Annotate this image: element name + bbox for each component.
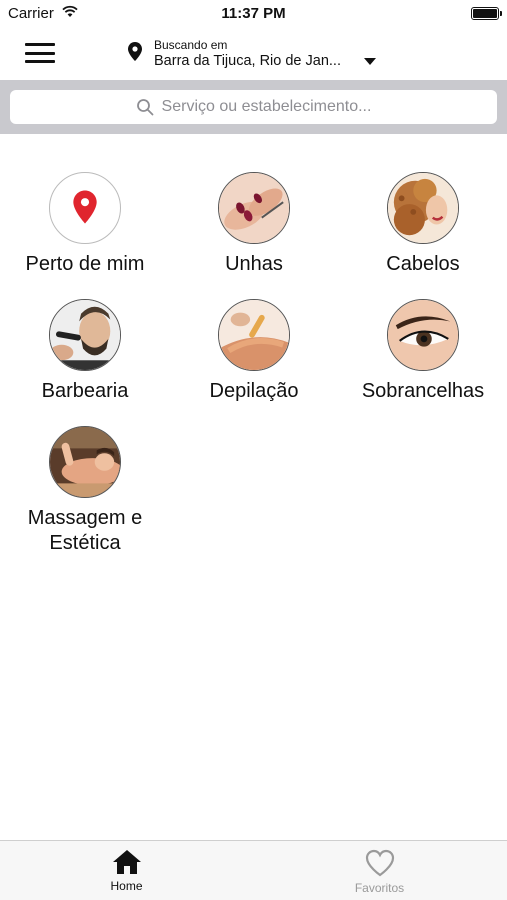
eyebrow-photo [387, 299, 459, 371]
location-caption: Buscando em [154, 38, 228, 52]
category-sobrancelhas[interactable]: Sobrancelhas [338, 299, 507, 404]
nails-photo [218, 172, 290, 244]
red-location-pin-icon [49, 172, 121, 244]
category-depilacao[interactable]: Depilação [169, 299, 339, 404]
category-label: Cabelos [386, 253, 460, 275]
home-icon [112, 850, 141, 874]
map-pin-icon [128, 42, 142, 66]
location-value: Barra da Tijuca, Rio de Jan... [154, 53, 341, 69]
curly-hair-photo [387, 172, 459, 244]
status-bar: Carrier 11:37 PM [0, 0, 507, 28]
tab-label: Home [110, 879, 143, 893]
status-time: 11:37 PM [221, 5, 286, 22]
tab-label: Favoritos [354, 881, 405, 895]
caret-down-icon[interactable] [364, 58, 376, 65]
category-perto-de-mim[interactable]: Perto de mim [0, 172, 170, 277]
tab-favoritos[interactable]: Favoritos [253, 841, 506, 900]
heart-icon [365, 849, 394, 877]
search-input[interactable]: Serviço ou estabelecimento... [10, 90, 497, 124]
category-unhas[interactable]: Unhas [169, 172, 339, 277]
bottom-tab-bar: Home Favoritos [0, 840, 507, 900]
massage-photo [49, 426, 121, 498]
category-label: Unhas [225, 253, 283, 275]
category-label: Massagem e Estética [27, 507, 143, 554]
category-label: Perto de mim [25, 253, 145, 275]
search-bar-container: Serviço ou estabelecimento... [0, 80, 507, 134]
battery-icon [471, 7, 502, 20]
category-barbearia[interactable]: Barbearia [0, 299, 170, 404]
hamburger-menu-icon[interactable] [25, 41, 55, 65]
location-selector[interactable]: Buscando em Barra da Tijuca, Rio de Jan.… [128, 36, 388, 72]
top-navigation: Buscando em Barra da Tijuca, Rio de Jan.… [0, 28, 507, 80]
category-label: Sobrancelhas [361, 380, 485, 402]
search-icon [136, 99, 153, 116]
barber-shave-photo [49, 299, 121, 371]
category-massagem-estetica[interactable]: Massagem e Estética [0, 426, 170, 556]
search-placeholder: Serviço ou estabelecimento... [161, 98, 372, 115]
category-label: Depilação [209, 380, 299, 402]
category-label: Barbearia [41, 380, 129, 402]
battery-fill [473, 9, 497, 18]
category-cabelos[interactable]: Cabelos [338, 172, 507, 277]
waxing-photo [218, 299, 290, 371]
tab-home[interactable]: Home [0, 841, 253, 900]
